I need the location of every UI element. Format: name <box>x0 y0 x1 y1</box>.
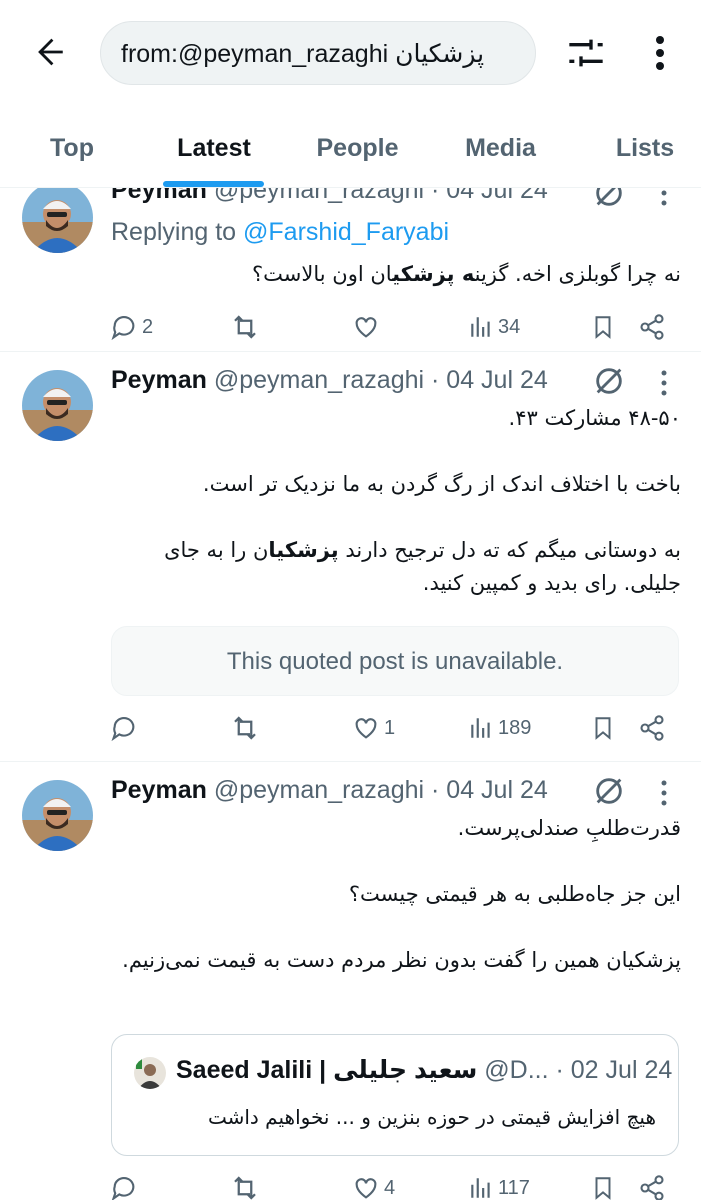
grok-icon[interactable] <box>592 364 626 398</box>
like-button[interactable]: 4 <box>352 1168 395 1200</box>
meta-separator: · <box>431 776 440 804</box>
tweet-more-icon[interactable] <box>655 368 673 398</box>
tweet-header: Peyman @peyman_razaghi · 04 Jul 24 <box>111 776 548 808</box>
tweet-date: 04 Jul 24 <box>446 366 548 394</box>
author-name: Peyman <box>111 776 207 804</box>
retweet-button[interactable] <box>230 307 264 347</box>
replying-to: Replying to @Farshid_Faryabi <box>111 218 450 246</box>
grok-icon[interactable] <box>592 774 626 808</box>
reply-to-link[interactable]: @Farshid_Faryabi <box>243 218 449 246</box>
more-options-icon[interactable] <box>640 30 680 76</box>
bookmark-icon[interactable] <box>590 708 616 748</box>
avatar[interactable] <box>22 188 93 253</box>
tab-media[interactable]: Media <box>443 108 558 188</box>
author-name: Peyman <box>111 188 207 204</box>
meta-separator: · <box>431 188 440 204</box>
tweet-date: 04 Jul 24 <box>446 776 548 804</box>
quoted-avatar <box>134 1057 166 1089</box>
retweet-button[interactable] <box>230 708 264 748</box>
back-arrow-icon[interactable] <box>28 30 72 74</box>
share-icon[interactable] <box>638 307 666 347</box>
tweet-more-icon[interactable] <box>655 188 673 208</box>
avatar[interactable] <box>22 780 93 851</box>
views-count[interactable]: 34 <box>468 307 520 347</box>
retweet-button[interactable] <box>230 1168 264 1200</box>
views-count[interactable]: 117 <box>468 1168 530 1200</box>
tweet-card[interactable]: Peyman @peyman_razaghi · 04 Jul 24 ۴۸-۵۰… <box>0 352 701 762</box>
grok-icon[interactable] <box>592 188 626 210</box>
share-icon[interactable] <box>638 708 666 748</box>
search-tabs: Top Latest People Media Lists <box>0 108 701 188</box>
tweet-actions: 1 189 <box>100 708 680 748</box>
filter-sliders-icon[interactable] <box>563 30 609 76</box>
quoted-date: 02 Jul 24 <box>570 1056 673 1084</box>
tab-people[interactable]: People <box>300 108 415 188</box>
bookmark-icon[interactable] <box>590 307 616 347</box>
quoted-post-unavailable: This quoted post is unavailable. <box>111 626 679 696</box>
views-count[interactable]: 189 <box>468 708 531 748</box>
author-handle: @peyman_razaghi <box>213 188 425 204</box>
tweet-actions: 4 117 <box>100 1168 680 1200</box>
author-name: Peyman <box>111 366 207 394</box>
reply-button[interactable] <box>110 708 142 748</box>
meta-separator: · <box>431 366 440 394</box>
tweet-feed: Peyman @peyman_razaghi · 04 Jul 24 Reply… <box>0 188 701 1200</box>
reply-button[interactable]: 2 <box>110 307 153 347</box>
tab-lists[interactable]: Lists <box>590 108 700 188</box>
share-icon[interactable] <box>638 1168 666 1200</box>
tweet-actions: 2 34 <box>100 307 680 347</box>
quoted-header: Saeed Jalili | سعید جلیلی @D... · 02 Jul… <box>176 1056 673 1084</box>
tweet-header: Peyman @peyman_razaghi · 04 Jul 24 <box>111 188 548 208</box>
tweet-body: نه چرا گوبلزی اخه. گزینه پزشکیان اون بال… <box>252 262 681 286</box>
author-handle: @peyman_razaghi <box>213 366 425 394</box>
quoted-author-handle: @D... <box>484 1056 549 1084</box>
quoted-text: هیچ افزایش قیمتی در حوزه بنزین و ... نخو… <box>207 1105 656 1129</box>
avatar[interactable] <box>22 370 93 441</box>
quoted-tweet-card[interactable]: Saeed Jalili | سعید جلیلی @D... · 02 Jul… <box>111 1034 679 1156</box>
tweet-header: Peyman @peyman_razaghi · 04 Jul 24 <box>111 366 548 398</box>
like-button[interactable] <box>352 307 384 347</box>
author-handle: @peyman_razaghi <box>213 776 425 804</box>
reply-button[interactable] <box>110 1168 142 1200</box>
active-tab-indicator <box>163 181 264 187</box>
tweet-more-icon[interactable] <box>655 778 673 808</box>
like-button[interactable]: 1 <box>352 708 395 748</box>
tweet-body: ۴۸-۵۰ مشارکت ۴۳. باخت با اختلاف اندک از … <box>164 406 681 595</box>
search-input[interactable]: from:@peyman_razaghi پزشکیان <box>100 21 536 85</box>
tab-latest[interactable]: Latest <box>157 108 271 188</box>
tweet-body: قدرت‌طلبِ صندلی‌پرست. این جز جاه‌طلبی به… <box>122 816 681 972</box>
tab-top[interactable]: Top <box>18 108 126 188</box>
quoted-author-name: Saeed Jalili | سعید جلیلی <box>176 1056 478 1084</box>
tweet-card[interactable]: Peyman @peyman_razaghi · 04 Jul 24 Reply… <box>0 188 701 352</box>
bookmark-icon[interactable] <box>590 1168 616 1200</box>
top-bar: from:@peyman_razaghi پزشکیان <box>0 0 701 108</box>
tweet-date: 04 Jul 24 <box>446 188 548 204</box>
